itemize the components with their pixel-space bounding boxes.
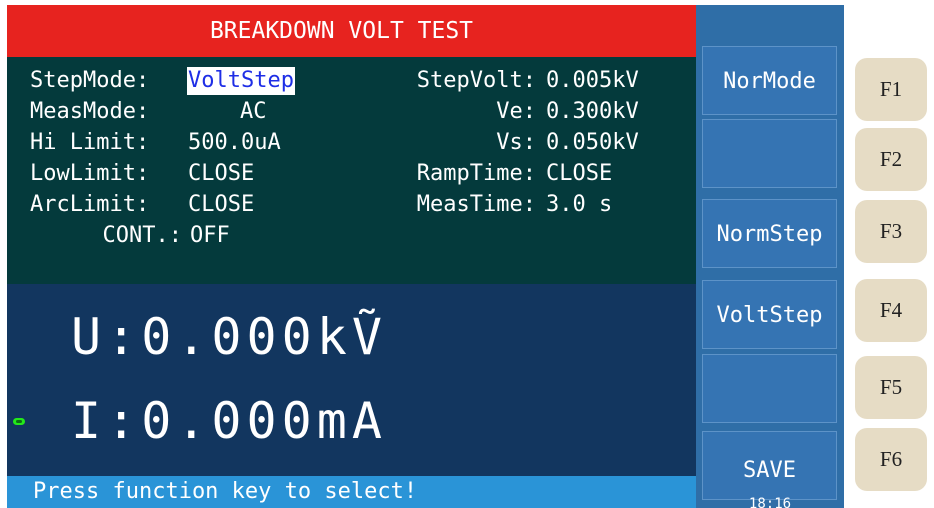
f1-button[interactable]: F1: [855, 58, 927, 121]
cont-label: CONT.:: [102, 223, 182, 248]
ramp-time-value[interactable]: CLOSE: [546, 160, 612, 188]
softkey-5[interactable]: [702, 354, 837, 423]
step-mode-label: StepMode:: [30, 68, 150, 93]
ramp-time-label: RampTime:: [416, 161, 536, 186]
meas-mode-value[interactable]: AC: [240, 98, 267, 126]
softkey-2[interactable]: [702, 119, 837, 188]
low-limit-value[interactable]: CLOSE: [188, 160, 254, 188]
softkey-voltstep[interactable]: VoltStep: [702, 280, 837, 349]
arc-limit-label: ArcLimit:: [30, 192, 150, 217]
meas-time-label: MeasTime:: [416, 192, 536, 217]
cont-value[interactable]: OFF: [190, 222, 230, 250]
voltage-readout: U:0.000kṼ: [71, 308, 387, 366]
hi-limit-label: Hi Limit:: [30, 130, 150, 155]
ve-value[interactable]: 0.300kV: [546, 98, 639, 126]
parameter-panel: StepMode: VoltStep MeasMode: AC Hi Limit…: [7, 57, 696, 284]
hi-limit-value[interactable]: 500.0uA: [188, 129, 281, 157]
ve-label: Ve:: [496, 99, 536, 124]
f4-button[interactable]: F4: [855, 279, 927, 342]
step-volt-label: StepVolt:: [416, 68, 536, 93]
step-volt-value[interactable]: 0.005kV: [546, 67, 639, 95]
softkey-normstep[interactable]: NormStep: [702, 199, 837, 268]
f2-button[interactable]: F2: [855, 128, 927, 191]
meas-time-value[interactable]: 3.0 s: [546, 191, 612, 219]
current-readout: I:0.000mA: [71, 392, 387, 450]
status-bar: Press function key to select!: [7, 476, 696, 508]
vs-label: Vs:: [496, 130, 536, 155]
softkey-panel: NorMode NormStep VoltStep SAVE 18:16: [696, 5, 844, 508]
f6-button[interactable]: F6: [855, 428, 927, 491]
f3-button[interactable]: F3: [855, 200, 927, 263]
arc-limit-value[interactable]: CLOSE: [188, 191, 254, 219]
page-title: BREAKDOWN VOLT TEST: [209, 18, 474, 44]
softkey-normode[interactable]: NorMode: [702, 46, 837, 115]
low-limit-label: LowLimit:: [30, 161, 150, 186]
f5-button[interactable]: F5: [855, 356, 927, 419]
instrument-screen: BREAKDOWN VOLT TEST StepMode: VoltStep M…: [7, 5, 844, 508]
step-mode-value[interactable]: VoltStep: [187, 67, 295, 95]
vs-value[interactable]: 0.050kV: [546, 129, 639, 157]
softkey-save[interactable]: SAVE: [702, 431, 837, 500]
clock: 18:16: [748, 496, 792, 508]
title-bar: BREAKDOWN VOLT TEST: [7, 5, 696, 57]
status-led-icon: [13, 418, 25, 425]
meas-mode-label: MeasMode:: [30, 99, 150, 124]
measurement-panel: U:0.000kṼ I:0.000mA: [7, 284, 696, 476]
